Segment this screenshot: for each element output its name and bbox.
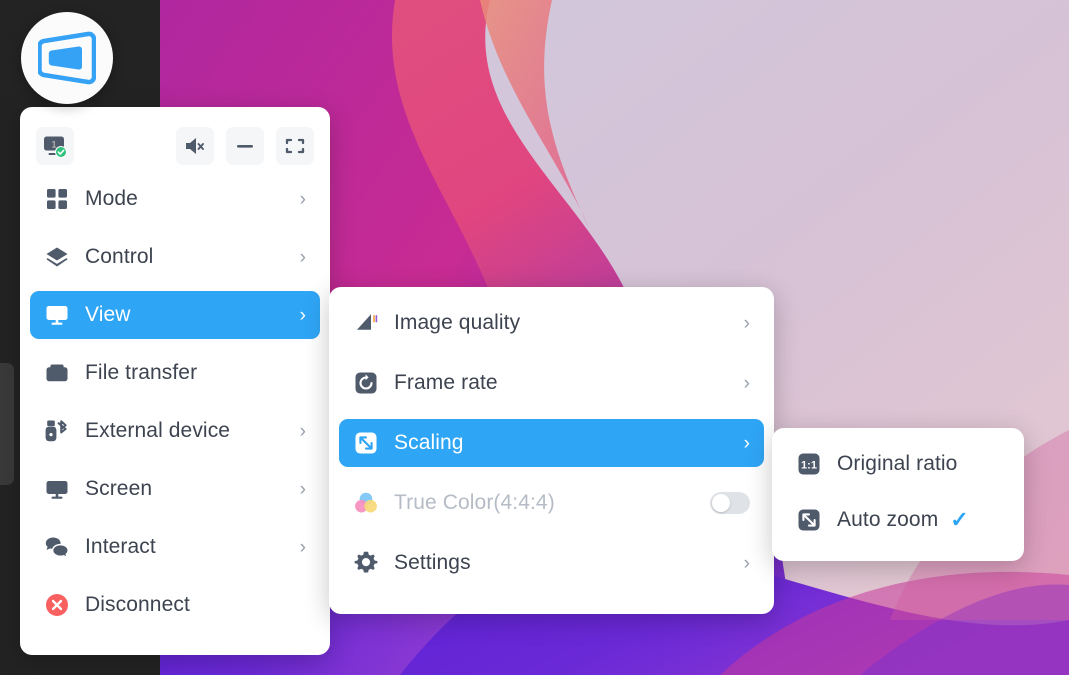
chevron-right-icon: › (743, 312, 750, 334)
menu-item-label: Image quality (394, 311, 521, 334)
view-submenu-panel: Image quality › Frame rate › Scaling › T… (329, 287, 774, 614)
menu-item-label: Frame rate (394, 371, 498, 394)
menu-item-label: Original ratio (837, 452, 958, 475)
menu-item-label: Control (85, 245, 154, 268)
menu-item-view[interactable]: View › (30, 291, 320, 339)
true-color-toggle[interactable] (710, 492, 750, 514)
folder-icon (44, 360, 70, 386)
speaker-mute-icon (183, 135, 207, 157)
remote-desktop-logo-icon (38, 31, 96, 85)
disconnect-close-icon (44, 592, 70, 618)
monitor-screen-1-connected-icon: 1 (42, 133, 68, 159)
usb-bluetooth-icon (44, 418, 70, 444)
fullscreen-button[interactable] (276, 127, 314, 165)
panel-toolbar: 1 (20, 107, 330, 169)
edge-drag-handle[interactable] (0, 363, 14, 485)
refresh-rate-icon (353, 370, 379, 396)
scaling-arrows-icon (796, 507, 822, 533)
toggle-knob (712, 494, 730, 512)
menu-item-file-transfer[interactable]: File transfer (30, 349, 320, 397)
menu-item-interact[interactable]: Interact › (30, 523, 320, 571)
menu-item-image-quality[interactable]: Image quality › (339, 299, 764, 347)
menu-item-control[interactable]: Control › (30, 233, 320, 281)
chat-bubbles-icon (44, 534, 70, 560)
scaling-submenu-panel: 1:1 Original ratio Auto zoom ✓ (772, 428, 1024, 561)
display-icon (44, 476, 70, 502)
menu-item-original-ratio[interactable]: 1:1 Original ratio (782, 440, 1014, 488)
menu-item-label: Scaling (394, 431, 464, 454)
menu-item-label: Settings (394, 551, 471, 574)
signal-quality-icon (353, 310, 379, 336)
chevron-right-icon: › (299, 420, 306, 442)
menu-item-frame-rate[interactable]: Frame rate › (339, 359, 764, 407)
scaling-menu-list: 1:1 Original ratio Auto zoom ✓ (772, 428, 1024, 556)
menu-item-screen[interactable]: Screen › (30, 465, 320, 513)
menu-item-label: Mode (85, 187, 138, 210)
menu-item-label: Interact (85, 535, 156, 558)
chevron-right-icon: › (299, 188, 306, 210)
main-menu-panel: 1 Mode › Control › View › File transfer … (20, 107, 330, 655)
chevron-right-icon: › (299, 478, 306, 500)
chevron-right-icon: › (299, 304, 306, 326)
gear-icon (353, 550, 379, 576)
minimize-button[interactable] (226, 127, 264, 165)
one-to-one-ratio-icon: 1:1 (796, 451, 822, 477)
menu-item-label: External device (85, 419, 231, 442)
chevron-right-icon: › (299, 246, 306, 268)
menu-item-label: View (85, 303, 131, 326)
layers-icon (44, 244, 70, 270)
menu-item-external-device[interactable]: External device › (30, 407, 320, 455)
menu-item-true-color[interactable]: True Color(4:4:4) (339, 479, 764, 527)
fullscreen-icon (283, 135, 307, 157)
floating-app-logo-button[interactable] (21, 12, 113, 104)
view-menu-list: Image quality › Frame rate › Scaling › T… (329, 287, 774, 599)
scaling-arrows-icon (353, 430, 379, 456)
menu-item-settings[interactable]: Settings › (339, 539, 764, 587)
menu-item-auto-zoom[interactable]: Auto zoom ✓ (782, 496, 1014, 544)
chevron-right-icon: › (743, 552, 750, 574)
minimize-icon (233, 135, 257, 157)
menu-item-label: Auto zoom (837, 508, 939, 531)
monitor-icon (44, 302, 70, 328)
main-menu-list: Mode › Control › View › File transfer Ex… (20, 169, 330, 639)
menu-item-label: Screen (85, 477, 153, 500)
monitor-select-button[interactable]: 1 (36, 127, 74, 165)
chevron-right-icon: › (743, 432, 750, 454)
grid-squares-icon (44, 186, 70, 212)
svg-text:1: 1 (51, 140, 56, 151)
menu-item-mode[interactable]: Mode › (30, 175, 320, 223)
svg-text:1:1: 1:1 (801, 460, 817, 472)
menu-item-label: File transfer (85, 361, 198, 384)
chevron-right-icon: › (299, 536, 306, 558)
mute-audio-button[interactable] (176, 127, 214, 165)
menu-item-label: True Color(4:4:4) (394, 491, 555, 514)
menu-item-scaling[interactable]: Scaling › (339, 419, 764, 467)
color-circles-icon (353, 490, 379, 516)
screen-root: 1 Mode › Control › View › File transfer … (0, 0, 1069, 675)
menu-item-disconnect[interactable]: Disconnect (30, 581, 320, 629)
menu-item-label: Disconnect (85, 593, 190, 616)
chevron-right-icon: › (743, 372, 750, 394)
checkmark-icon: ✓ (950, 507, 969, 532)
